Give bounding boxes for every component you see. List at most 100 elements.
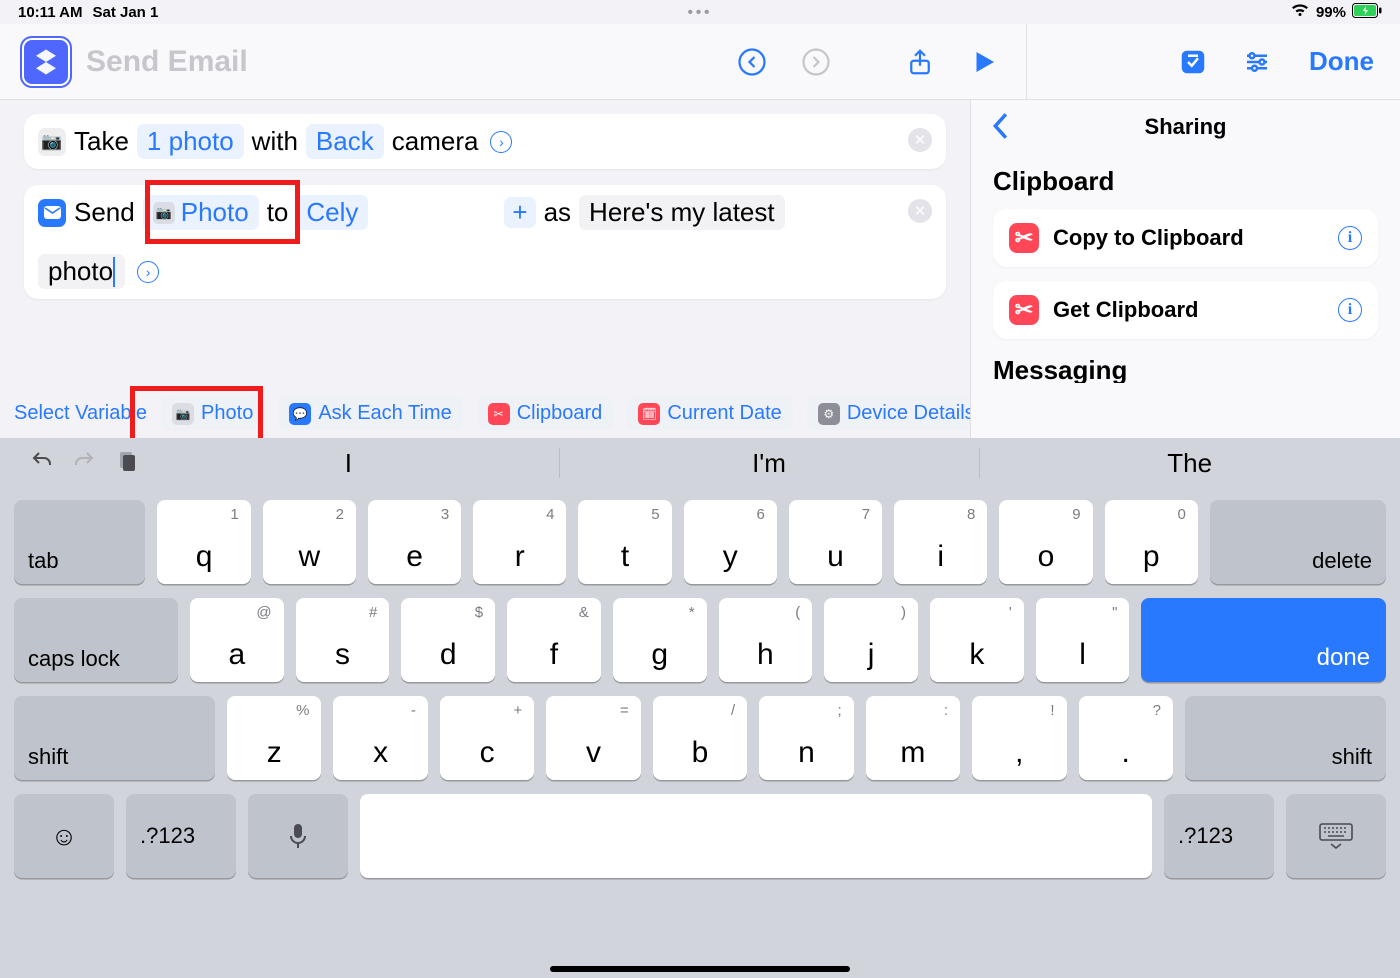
run-button[interactable] bbox=[962, 40, 1006, 84]
share-button[interactable] bbox=[898, 40, 942, 84]
info-icon[interactable]: i bbox=[1338, 226, 1362, 250]
recipient-token[interactable]: Cely bbox=[296, 195, 368, 230]
home-indicator[interactable] bbox=[550, 966, 850, 972]
kb-suggestion[interactable]: The bbox=[979, 438, 1400, 488]
key-x[interactable]: x- bbox=[333, 696, 427, 780]
shortcut-app-icon[interactable] bbox=[20, 36, 72, 88]
key-capslock[interactable]: caps lock bbox=[14, 598, 178, 682]
add-recipient-button[interactable]: + bbox=[504, 197, 535, 228]
key-z[interactable]: z% bbox=[227, 696, 321, 780]
key-delete[interactable]: delete bbox=[1210, 500, 1386, 584]
key-a[interactable]: a@ bbox=[190, 598, 284, 682]
key-d[interactable]: d$ bbox=[401, 598, 495, 682]
key-f[interactable]: f& bbox=[507, 598, 601, 682]
photo-count-token[interactable]: 1 photo bbox=[137, 124, 244, 159]
subject-field[interactable]: Here's my latest bbox=[579, 195, 785, 230]
done-button[interactable]: Done bbox=[1309, 46, 1374, 77]
undo-button[interactable] bbox=[730, 40, 774, 84]
key-e[interactable]: e3 bbox=[368, 500, 461, 584]
key-t[interactable]: t5 bbox=[578, 500, 671, 584]
key-sublabel: & bbox=[579, 604, 589, 621]
action-take-photo[interactable]: 📷 Take 1 photo with Back camera › ✕ bbox=[24, 114, 946, 169]
action-send-email[interactable]: Send 📷 Photo to Cely + as Here's my late… bbox=[24, 185, 946, 299]
key-r[interactable]: r4 bbox=[473, 500, 566, 584]
remove-action-icon[interactable]: ✕ bbox=[908, 199, 932, 223]
info-icon[interactable]: i bbox=[1338, 298, 1362, 322]
camera-icon: 📷 bbox=[153, 202, 175, 224]
key-l[interactable]: l" bbox=[1036, 598, 1130, 682]
key-sublabel: ! bbox=[1050, 702, 1054, 719]
remove-action-icon[interactable]: ✕ bbox=[908, 128, 932, 152]
key-i[interactable]: i8 bbox=[894, 500, 987, 584]
expand-action-icon[interactable]: › bbox=[490, 131, 512, 153]
key-shift-left[interactable]: shift bbox=[14, 696, 215, 780]
shortcut-title[interactable]: Send Email bbox=[86, 45, 248, 79]
apps-toggle-button[interactable] bbox=[1171, 40, 1215, 84]
key-hide-keyboard[interactable] bbox=[1286, 794, 1386, 878]
key-sublabel: ? bbox=[1153, 702, 1161, 719]
key-c[interactable]: c+ bbox=[440, 696, 534, 780]
action-text: Send bbox=[74, 197, 135, 228]
key-sublabel: % bbox=[296, 702, 309, 719]
settings-button[interactable] bbox=[1235, 40, 1279, 84]
key-s[interactable]: s# bbox=[296, 598, 390, 682]
key-q[interactable]: q1 bbox=[157, 500, 250, 584]
key-y[interactable]: y6 bbox=[684, 500, 777, 584]
subject-field-cont[interactable]: photo bbox=[38, 254, 125, 289]
key-g[interactable]: g* bbox=[613, 598, 707, 682]
kb-paste-icon[interactable] bbox=[114, 449, 138, 478]
key-shift-right[interactable]: shift bbox=[1185, 696, 1386, 780]
key-m[interactable]: m: bbox=[866, 696, 960, 780]
key-v[interactable]: v= bbox=[546, 696, 640, 780]
action-get-clipboard[interactable]: ✂ Get Clipboard i bbox=[993, 281, 1378, 339]
key-j[interactable]: j) bbox=[824, 598, 918, 682]
battery-icon bbox=[1352, 3, 1382, 22]
key-numbers-left[interactable]: .?123 bbox=[126, 794, 236, 878]
key-tab[interactable]: tab bbox=[14, 500, 145, 584]
key-dictation[interactable] bbox=[248, 794, 348, 878]
token-label: Photo bbox=[181, 197, 249, 228]
key-sublabel: 0 bbox=[1177, 506, 1185, 523]
key-sublabel: 6 bbox=[757, 506, 765, 523]
kb-undo-icon[interactable] bbox=[30, 449, 54, 478]
select-variable-label[interactable]: Select Variable bbox=[14, 402, 147, 425]
status-date: Sat Jan 1 bbox=[92, 4, 158, 21]
key-,[interactable]: ,! bbox=[972, 696, 1066, 780]
expand-action-icon[interactable]: › bbox=[137, 261, 159, 283]
kb-suggestion[interactable]: I bbox=[138, 438, 559, 488]
kb-redo-icon[interactable] bbox=[72, 449, 96, 478]
key-sublabel: # bbox=[369, 604, 377, 621]
kb-suggestion[interactable]: I'm bbox=[559, 438, 980, 488]
section-title: Clipboard bbox=[993, 166, 1378, 197]
key-sublabel: / bbox=[731, 702, 735, 719]
key-b[interactable]: b/ bbox=[653, 696, 747, 780]
key-.[interactable]: .? bbox=[1079, 696, 1173, 780]
back-button[interactable] bbox=[989, 112, 1011, 146]
action-text: camera bbox=[392, 126, 479, 157]
photo-variable-token[interactable]: 📷 Photo bbox=[143, 195, 259, 230]
variable-chip-date[interactable]: 🗓 Current Date bbox=[627, 397, 793, 430]
variable-chip-clipboard[interactable]: ✂ Clipboard bbox=[477, 397, 614, 430]
key-p[interactable]: p0 bbox=[1105, 500, 1198, 584]
key-w[interactable]: w2 bbox=[263, 500, 356, 584]
camera-position-token[interactable]: Back bbox=[306, 124, 384, 159]
key-sublabel: + bbox=[514, 702, 523, 719]
key-sublabel: 7 bbox=[862, 506, 870, 523]
panel-header: Sharing bbox=[971, 100, 1400, 154]
key-done[interactable]: done bbox=[1141, 598, 1386, 682]
variable-chip-ask[interactable]: 💬 Ask Each Time bbox=[278, 397, 462, 430]
key-space[interactable] bbox=[360, 794, 1152, 878]
action-copy-to-clipboard[interactable]: ✂ Copy to Clipboard i bbox=[993, 209, 1378, 267]
status-ellipsis-icon: ••• bbox=[688, 4, 713, 21]
key-k[interactable]: k' bbox=[930, 598, 1024, 682]
key-numbers-right[interactable]: .?123 bbox=[1164, 794, 1274, 878]
variable-chip-device[interactable]: ⚙ Device Details bbox=[807, 397, 970, 430]
key-o[interactable]: o9 bbox=[999, 500, 1092, 584]
key-n[interactable]: n; bbox=[759, 696, 853, 780]
key-h[interactable]: h( bbox=[719, 598, 813, 682]
variable-chip-photo[interactable]: 📷 Photo bbox=[161, 397, 264, 430]
key-sublabel: - bbox=[411, 702, 416, 719]
key-emoji[interactable]: ☺ bbox=[14, 794, 114, 878]
key-u[interactable]: u7 bbox=[789, 500, 882, 584]
key-sublabel: 8 bbox=[967, 506, 975, 523]
